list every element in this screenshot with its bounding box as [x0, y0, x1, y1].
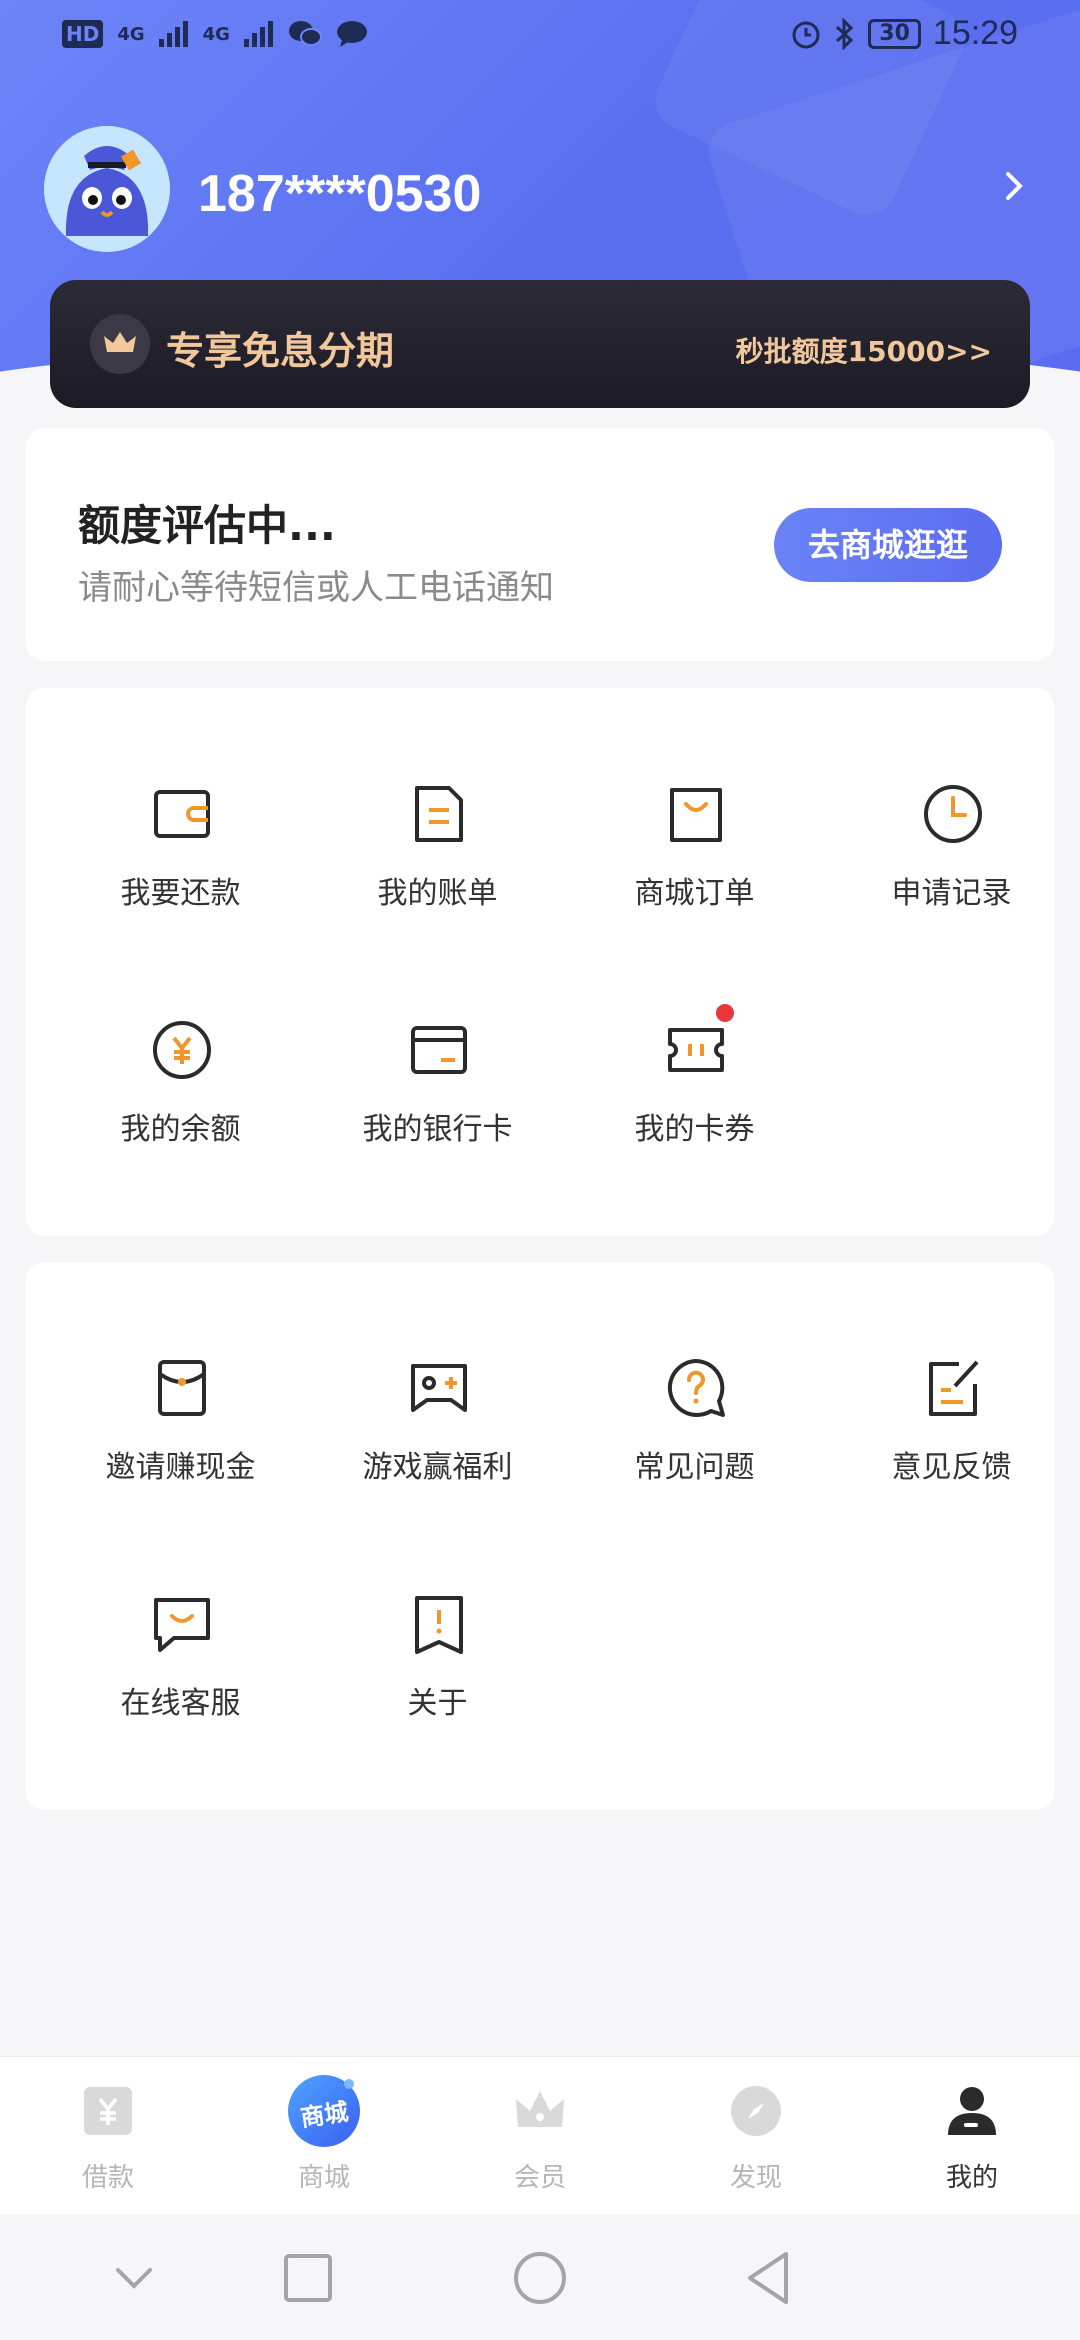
yen-coin-icon	[153, 1021, 211, 1079]
menu-item-mall-orders[interactable]: 商城订单	[566, 782, 823, 952]
credit-status-card: 额度评估中... 请耐心等待短信或人工电话通知 去商城逛逛	[26, 428, 1054, 661]
crown-tab-icon	[516, 2091, 564, 2127]
menu-item-label: 游戏赢福利	[362, 1450, 513, 1485]
message-icon	[336, 21, 367, 47]
tab-label: 借款	[81, 2163, 134, 2193]
bank-card-icon	[411, 1026, 467, 1074]
chat-icon	[154, 1598, 210, 1652]
bluetooth-icon	[836, 17, 854, 50]
bill-icon	[415, 786, 463, 842]
clock-time: 15:29	[932, 14, 1018, 52]
red-envelope-icon	[158, 1360, 206, 1416]
vip-quota-link[interactable]: 秒批额度15000>>	[736, 330, 992, 370]
clock-icon	[924, 785, 982, 843]
alarm-icon	[792, 21, 820, 48]
home-icon[interactable]	[510, 2248, 570, 2308]
menu-item-label: 申请记录	[891, 876, 1012, 911]
network-indicator: 4G	[202, 23, 230, 45]
tab-label: 发现	[729, 2163, 782, 2193]
go-mall-button[interactable]: 去商城逛逛	[774, 508, 1002, 582]
menu-item-balance[interactable]: 我的余额	[52, 1018, 309, 1188]
tab-mall[interactable]: 商城 商城	[216, 2057, 432, 2215]
vip-installment-banner[interactable]: 专享免息分期 秒批额度15000>>	[50, 280, 1030, 408]
menu-item-label: 常见问题	[634, 1450, 755, 1485]
avatar[interactable]	[44, 126, 170, 252]
menu-item-label: 关于	[407, 1686, 468, 1721]
tab-loan[interactable]: 借款	[0, 2057, 216, 2215]
notification-dot	[344, 2079, 354, 2089]
battery-indicator: 30	[868, 18, 921, 49]
credit-status-subtitle: 请耐心等待短信或人工电话通知	[78, 568, 554, 608]
question-icon	[667, 1359, 725, 1417]
compass-tab-icon	[731, 2086, 781, 2136]
menu-item-bank-card[interactable]: 我的银行卡	[309, 1018, 566, 1188]
recent-apps-icon[interactable]	[278, 2248, 338, 2308]
tab-label: 商城	[297, 2163, 350, 2193]
tab-label: 会员	[513, 2163, 566, 2193]
yen-tab-icon	[84, 2087, 132, 2135]
mascot-avatar-icon	[44, 126, 170, 252]
menu-item-label: 我的余额	[120, 1112, 241, 1147]
menu-item-faq[interactable]: 常见问题	[566, 1356, 823, 1526]
menu-item-about[interactable]: 关于	[309, 1592, 566, 1762]
wallet-icon	[154, 790, 210, 838]
menu-item-coupons[interactable]: 我的卡券	[566, 1004, 823, 1188]
bottom-tab-bar: 借款 商城 商城 会员 发现 我的	[0, 2056, 1080, 2214]
coupon-icon	[668, 1028, 724, 1072]
menu-item-feedback[interactable]: 意见反馈	[823, 1356, 1080, 1526]
tab-mine[interactable]: 我的	[864, 2057, 1080, 2215]
tab-discover[interactable]: 发现	[648, 2057, 864, 2215]
network-indicator: 4G	[117, 23, 145, 45]
menu-item-label: 我的账单	[377, 876, 498, 911]
shopping-bag-icon	[670, 788, 722, 842]
crown-icon	[90, 314, 150, 374]
menu-item-game[interactable]: 游戏赢福利	[309, 1356, 566, 1526]
status-bar: HD 4G 4G 30 15:29	[0, 0, 1080, 76]
menu-item-invite[interactable]: 邀请赚现金	[52, 1356, 309, 1526]
signal-icon	[158, 21, 188, 47]
menu-item-label: 我要还款	[120, 876, 241, 911]
wechat-icon	[288, 21, 322, 46]
menu-item-apply-records[interactable]: 申请记录	[823, 782, 1080, 952]
mall-tab-icon: 商城	[288, 2075, 360, 2147]
hd-indicator: HD	[62, 20, 104, 48]
notification-dot	[716, 1004, 734, 1022]
chevron-down-icon[interactable]	[104, 2248, 164, 2308]
menu-item-online-service[interactable]: 在线客服	[52, 1592, 309, 1762]
back-icon[interactable]	[740, 2248, 800, 2308]
tab-member[interactable]: 会员	[432, 2057, 648, 2215]
credit-status-title: 额度评估中...	[78, 501, 336, 550]
menu-item-label: 我的银行卡	[362, 1112, 513, 1147]
services-menu-card: 邀请赚现金 游戏赢福利 常见问题 意见反馈 在线客服 关于	[26, 1262, 1054, 1810]
menu-item-label: 商城订单	[634, 876, 755, 911]
menu-item-label: 意见反馈	[891, 1450, 1012, 1485]
user-profile[interactable]: 187****0530	[44, 126, 1034, 256]
account-menu-card: 我要还款 我的账单 商城订单 申请记录 我的余额 我的银行卡 我的卡券	[26, 688, 1054, 1236]
signal-icon	[243, 21, 273, 47]
system-navigation-bar	[0, 2214, 1080, 2340]
menu-item-label: 邀请赚现金	[105, 1450, 256, 1485]
tab-label: 我的	[945, 2163, 998, 2193]
game-icon	[411, 1364, 467, 1412]
user-tab-icon	[948, 2087, 996, 2135]
about-icon	[415, 1596, 463, 1654]
feedback-icon	[929, 1360, 979, 1416]
menu-item-bill[interactable]: 我的账单	[309, 782, 566, 952]
user-phone-number: 187****0530	[198, 165, 482, 223]
mall-badge-text: 商城	[298, 2097, 351, 2133]
vip-title: 专享免息分期	[166, 329, 395, 373]
chevron-right-icon[interactable]	[994, 166, 1034, 206]
menu-item-label: 在线客服	[120, 1686, 241, 1721]
menu-item-repay[interactable]: 我要还款	[52, 782, 309, 952]
menu-item-label: 我的卡券	[634, 1112, 755, 1147]
